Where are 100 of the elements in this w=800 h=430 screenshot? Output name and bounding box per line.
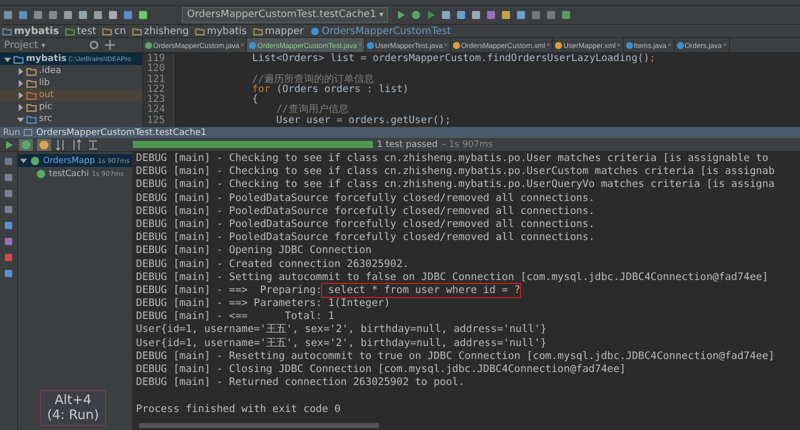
console-line: DEBUG [main] - Checking to see if class cn.zhisheng.mybatis.po.UserQueryVo matches criteria [is assigna <box>136 178 775 192</box>
run-icon[interactable] <box>395 9 408 21</box>
tool-icon[interactable] <box>3 188 14 199</box>
toolbar-icon[interactable] <box>47 9 59 21</box>
breadcrumb[interactable]: cn <box>102 26 126 36</box>
toolbar-icon[interactable] <box>107 9 119 21</box>
show-passed-button[interactable] <box>19 138 33 150</box>
console-line: DEBUG [main] - Closing JDBC Connection [com.mysql.jdbc.JDBC4Connection@fad74ee] <box>136 363 626 376</box>
line-number: 125 <box>143 116 174 126</box>
line-number: 120 <box>143 64 174 75</box>
breadcrumb[interactable]: mybatis <box>194 26 247 36</box>
debug-icon[interactable] <box>410 9 422 21</box>
highlighted-sql: select * from user where id = ? <box>322 284 520 298</box>
toolbar-icon[interactable] <box>515 9 528 21</box>
expand-arrow-icon[interactable] <box>17 104 24 110</box>
sort-icon[interactable] <box>71 138 83 150</box>
settings-icon[interactable] <box>88 39 100 51</box>
run-config-label[interactable]: OrdersMapperCustomTest.testCache1 <box>36 128 207 138</box>
console-line: User{id=1, username='王五', sex='2', birthday=null, address='null'} <box>136 336 547 350</box>
line-number: 123 <box>143 95 174 106</box>
tool-icon[interactable] <box>3 156 14 167</box>
toolbar-icon[interactable] <box>470 9 482 21</box>
toolbar-icon[interactable] <box>122 9 134 21</box>
line-number: 119 <box>143 54 174 64</box>
shortcut-tooltip: Alt+4 (4: Run) <box>40 390 106 426</box>
expand-arrow-icon[interactable] <box>20 157 27 164</box>
pin-icon[interactable] <box>104 39 116 51</box>
console-line: DEBUG [main] - Checking to see if class cn.zhisheng.mybatis.po.User matches criteria [is assignable to <box>136 152 768 166</box>
line-number: 124 <box>143 105 174 116</box>
file-type-icon <box>145 42 152 48</box>
coverage-icon[interactable] <box>425 9 438 21</box>
tool-icon[interactable] <box>3 236 14 247</box>
file-type-icon <box>452 42 460 48</box>
code-line: for (Orders orders : list) <box>251 84 409 95</box>
toolbar-icon[interactable] <box>530 9 542 21</box>
folder-icon <box>26 90 37 100</box>
toolbar-icon[interactable] <box>500 9 512 21</box>
code-line: User user = orders.getUser(); <box>275 116 451 126</box>
tree-item[interactable]: .idea <box>0 65 142 77</box>
panel-title: Run <box>3 128 20 138</box>
console-line: DEBUG [main] - Checking to see if class cn.zhisheng.mybatis.po.UserCustom matches criteria [is assignab <box>136 165 775 178</box>
console-line: DEBUG [main] - Returned connection 263025902 to pool. <box>136 376 465 390</box>
tree-item[interactable]: pic <box>0 101 142 113</box>
line-number: 122 <box>143 84 174 96</box>
toolbar-icon[interactable] <box>2 9 14 21</box>
toolbar-icon[interactable] <box>137 9 149 21</box>
folder-icon <box>26 114 37 124</box>
expand-arrow-icon[interactable] <box>17 80 24 86</box>
console-line: DEBUG [main] - Opening JDBC Connection <box>136 244 372 258</box>
console-line: DEBUG [main] - Created connection 263025902. <box>136 258 409 271</box>
folder-icon <box>26 66 37 76</box>
tool-icon[interactable] <box>3 268 14 279</box>
console-line: DEBUG [main] - ==> Preparing: <box>136 284 322 298</box>
toolbar-icon[interactable] <box>17 9 29 21</box>
toolbar-icon[interactable] <box>92 9 104 21</box>
toolbar-icon[interactable] <box>455 9 468 21</box>
breadcrumb[interactable]: mapper <box>252 26 304 36</box>
expand-arrow-icon[interactable] <box>17 92 24 98</box>
console-line: DEBUG [main] - ==> Parameters: 1(Integer) <box>136 297 390 310</box>
breadcrumb[interactable]: zhisheng <box>132 26 189 36</box>
expand-all-icon[interactable] <box>87 138 99 150</box>
scrollbar[interactable] <box>139 423 379 428</box>
expand-arrow-icon[interactable] <box>17 116 24 122</box>
toolbar-icon[interactable] <box>32 9 44 21</box>
toolbar-icon[interactable] <box>440 9 452 21</box>
tool-icon[interactable] <box>3 172 14 183</box>
code-line: { <box>251 95 258 106</box>
toolbar-icon[interactable] <box>560 9 572 21</box>
tree-item[interactable]: src <box>0 113 142 125</box>
tree-item[interactable]: lib <box>0 77 142 89</box>
breadcrumb[interactable]: test <box>65 26 96 36</box>
tool-icon[interactable] <box>3 204 14 215</box>
console-line: DEBUG [main] - <== Total: 1 <box>136 310 334 324</box>
file-type-icon <box>249 42 256 48</box>
tool-icon[interactable] <box>3 220 14 231</box>
console-line: DEBUG [main] - PooledDataSource forcefully closed/removed all connections. <box>136 192 595 205</box>
breadcrumb[interactable]: OrdersMapperCustomTest <box>310 26 452 36</box>
toolbar-icon[interactable] <box>62 9 74 21</box>
passed-icon <box>20 138 32 150</box>
toolbar-icon[interactable] <box>485 9 498 21</box>
console-line: DEBUG [main] - Resetting autocommit to true on JDBC Connection [com.mysql.jdbc.JDBC4Connection@fad74ee] <box>136 350 775 363</box>
line-number: 121 <box>143 74 174 85</box>
folder-icon <box>102 26 112 36</box>
toolbar-icon[interactable] <box>545 9 558 21</box>
run-config-dropdown[interactable]: OrdersMapperCustomTest.testCache1 ▾ <box>182 7 388 23</box>
folder-icon <box>252 26 263 36</box>
panel-title[interactable]: Project ▾ <box>4 40 84 50</box>
expand-arrow-icon[interactable] <box>17 68 24 74</box>
breadcrumb[interactable]: mybatis <box>2 26 60 36</box>
toolbar-icon[interactable] <box>77 9 89 21</box>
folder-icon <box>65 26 76 36</box>
console-line: DEBUG [main] - Setting autocommit to false on JDBC Connection [com.mysql.jdbc.JDBC4Connection@fad74ee] <box>136 270 768 284</box>
file-type-icon <box>555 42 562 48</box>
expand-arrow-icon[interactable] <box>4 56 11 62</box>
console-line: User{id=1, username='王五', sex='2', birthday=null, address='null'} <box>136 323 547 337</box>
folder-icon <box>13 54 24 64</box>
tool-icon[interactable] <box>3 252 14 263</box>
tree-item[interactable]: out <box>0 89 142 101</box>
show-ignored-button[interactable] <box>37 138 51 150</box>
class-icon <box>310 26 320 36</box>
